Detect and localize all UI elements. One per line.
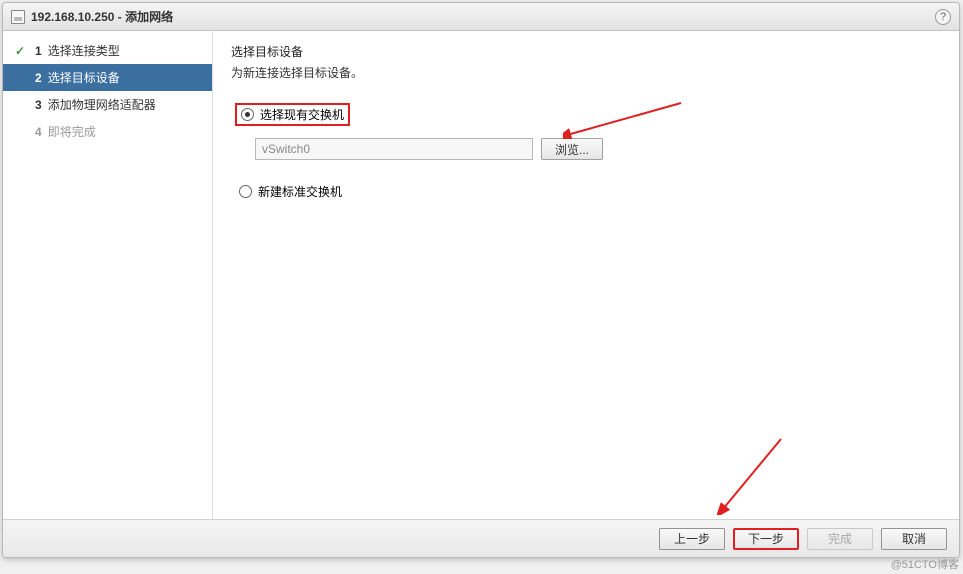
dialog-body: ✓ 1 选择连接类型 2 选择目标设备 3 添加物理网络适配器 4 即将完成 选… <box>3 31 959 519</box>
radio-icon <box>241 108 254 121</box>
title-sep: - <box>118 10 125 24</box>
titlebar: 192.168.10.250 - 添加网络 ? <box>3 3 959 31</box>
wizard-step-connection-type[interactable]: ✓ 1 选择连接类型 <box>3 37 212 64</box>
step-num: 1 <box>35 44 42 58</box>
step-label: 选择目标设备 <box>48 69 120 86</box>
step-label: 选择连接类型 <box>48 42 120 59</box>
wizard-sidebar: ✓ 1 选择连接类型 2 选择目标设备 3 添加物理网络适配器 4 即将完成 <box>3 31 213 519</box>
cancel-button[interactable]: 取消 <box>881 528 947 550</box>
next-button[interactable]: 下一步 <box>733 528 799 550</box>
host-icon <box>11 10 25 24</box>
wizard-step-ready-complete: 4 即将完成 <box>3 118 212 145</box>
annotation-arrow-icon <box>563 99 683 139</box>
step-label: 添加物理网络适配器 <box>48 96 156 113</box>
wizard-main: 选择目标设备 为新连接选择目标设备。 选择现有交换机 浏览... 新建标准交换机 <box>213 31 959 519</box>
watermark: @51CTO博客 <box>891 556 959 572</box>
radio-label: 选择现有交换机 <box>260 106 344 123</box>
back-button[interactable]: 上一步 <box>659 528 725 550</box>
step-num: 3 <box>35 98 42 112</box>
check-icon: ✓ <box>15 44 25 58</box>
section-desc: 为新连接选择目标设备。 <box>231 64 941 81</box>
help-icon[interactable]: ? <box>935 9 951 25</box>
window-title: 192.168.10.250 - 添加网络 <box>31 8 935 25</box>
switch-input-row: 浏览... <box>255 138 941 160</box>
radio-new-standard-switch[interactable]: 新建标准交换机 <box>235 180 941 203</box>
dialog-footer: 上一步 下一步 完成 取消 <box>3 519 959 557</box>
radio-select-existing-switch[interactable]: 选择现有交换机 <box>235 103 350 126</box>
radio-icon <box>239 185 252 198</box>
section-title: 选择目标设备 <box>231 43 941 60</box>
title-action: 添加网络 <box>125 10 173 24</box>
step-label: 即将完成 <box>48 123 96 140</box>
step-num: 4 <box>35 125 42 139</box>
switch-name-input[interactable] <box>255 138 533 160</box>
add-network-dialog: 192.168.10.250 - 添加网络 ? ✓ 1 选择连接类型 2 选择目… <box>2 2 960 558</box>
step-num: 2 <box>35 71 42 85</box>
finish-button: 完成 <box>807 528 873 550</box>
browse-button[interactable]: 浏览... <box>541 138 603 160</box>
radio-label: 新建标准交换机 <box>258 183 342 200</box>
title-host: 192.168.10.250 <box>31 10 114 24</box>
wizard-step-add-adapter[interactable]: 3 添加物理网络适配器 <box>3 91 212 118</box>
wizard-step-target-device[interactable]: 2 选择目标设备 <box>3 64 212 91</box>
